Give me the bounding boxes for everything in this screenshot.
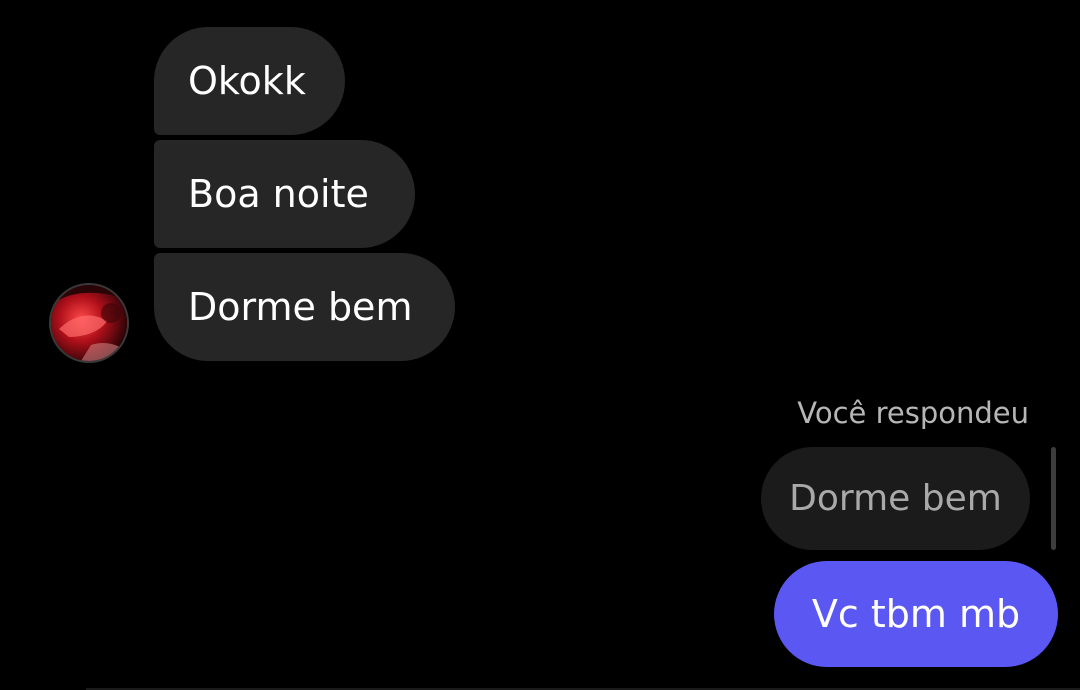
message-text: Dorme bem <box>188 285 413 329</box>
contact-avatar[interactable] <box>51 285 127 361</box>
message-text: Okokk <box>188 59 306 103</box>
received-message-bubble[interactable]: Dorme bem <box>154 253 455 361</box>
received-message-bubble[interactable]: Okokk <box>154 27 345 135</box>
message-text: Vc tbm mb <box>811 592 1021 636</box>
reply-context-label: Você respondeu <box>797 396 1029 430</box>
quoted-message-bubble[interactable]: Dorme bem <box>761 447 1030 550</box>
quoted-message-text: Dorme bem <box>789 478 1002 519</box>
quote-indicator-bar <box>1051 447 1056 550</box>
sent-message-bubble[interactable]: Vc tbm mb <box>774 561 1058 667</box>
message-text: Boa noite <box>188 172 369 216</box>
avatar-image <box>51 285 127 361</box>
chat-thread: Okokk Boa noite Dorme bem Você respondeu… <box>0 0 1080 690</box>
received-message-bubble[interactable]: Boa noite <box>154 140 415 248</box>
